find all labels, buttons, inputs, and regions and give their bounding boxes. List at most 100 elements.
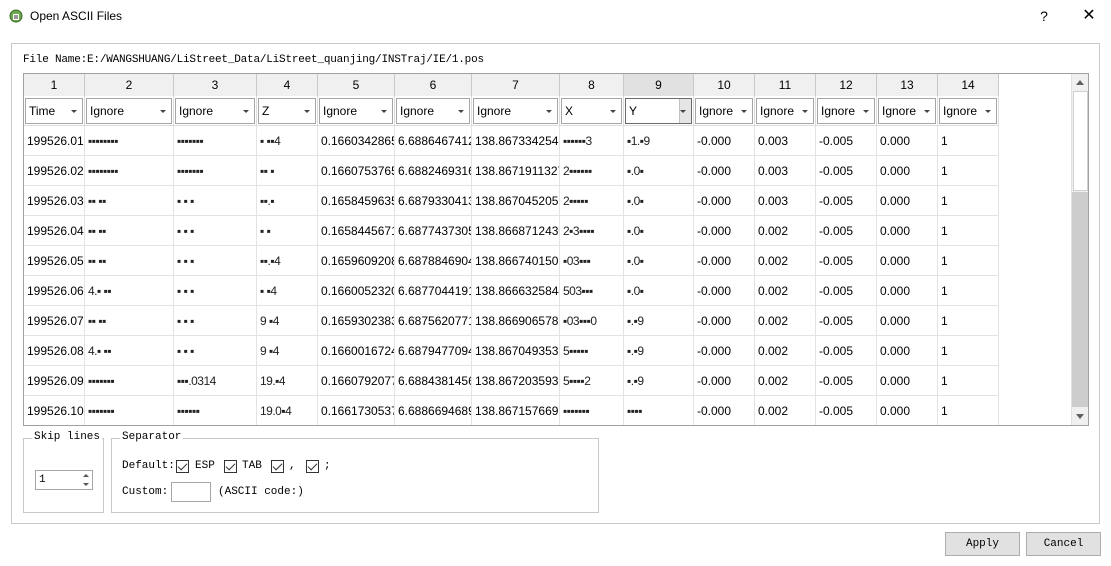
column-number-1[interactable]: 1 (24, 74, 85, 96)
table-cell[interactable]: ▪▪▪▪▪▪▪ (174, 126, 257, 156)
table-row[interactable]: 199526.10 ▪▪▪▪▪▪▪ ▪▪▪▪▪▪ 19.0▪4 0.1661730537… (24, 396, 999, 425)
table-cell[interactable]: 6.6879477094 (395, 336, 472, 366)
table-cell[interactable]: -0.000 (694, 186, 755, 216)
table-cell[interactable]: 199526.03 (24, 186, 85, 216)
column-number-2[interactable]: 2 (85, 74, 174, 96)
table-cell[interactable]: 1 (938, 336, 999, 366)
table-cell[interactable]: ▪03▪▪▪0 (560, 306, 624, 336)
table-cell[interactable]: ▪▪ ▪▪ (85, 306, 174, 336)
table-cell[interactable]: ▪ ▪ ▪ (174, 336, 257, 366)
table-cell[interactable]: 0.1659302383 (318, 306, 395, 336)
comma-checkbox[interactable] (271, 460, 284, 473)
table-cell[interactable]: 138.8671576691 (472, 396, 560, 425)
table-cell[interactable]: 0.002 (755, 276, 816, 306)
table-cell[interactable]: -0.005 (816, 366, 877, 396)
table-cell[interactable]: 199526.08 (24, 336, 85, 366)
table-cell[interactable]: 138.8673342548 (472, 126, 560, 156)
column-number-13[interactable]: 13 (877, 74, 938, 96)
table-cell[interactable]: ▪▪▪▪▪▪▪ (85, 396, 174, 425)
help-button[interactable]: ? (1034, 6, 1054, 26)
table-cell[interactable]: -0.000 (694, 216, 755, 246)
tab-checkbox[interactable] (224, 460, 237, 473)
table-cell[interactable]: 6.6878846904 (395, 246, 472, 276)
table-cell[interactable]: -0.005 (816, 336, 877, 366)
table-cell[interactable]: 1 (938, 216, 999, 246)
scroll-up-arrow-icon[interactable] (1072, 74, 1088, 91)
table-cell[interactable]: ▪1.▪9 (624, 126, 694, 156)
table-cell[interactable]: 138.8671911327 (472, 156, 560, 186)
table-cell[interactable]: 0.002 (755, 246, 816, 276)
table-cell[interactable]: -0.005 (816, 306, 877, 336)
table-cell[interactable]: -0.005 (816, 246, 877, 276)
table-cell[interactable]: -0.000 (694, 156, 755, 186)
vertical-scrollbar[interactable] (1071, 74, 1088, 425)
spin-up-icon[interactable] (81, 471, 91, 480)
table-cell[interactable]: ▪.0▪ (624, 276, 694, 306)
table-cell[interactable]: 5▪▪▪▪2 (560, 366, 624, 396)
table-cell[interactable]: 0.000 (877, 246, 938, 276)
custom-separator-input[interactable] (171, 482, 211, 502)
table-cell[interactable]: -0.000 (694, 336, 755, 366)
column-type-select-5[interactable]: Ignore (319, 98, 393, 124)
table-cell[interactable]: 0.1660016724 (318, 336, 395, 366)
table-row[interactable]: 199526.09 ▪▪▪▪▪▪▪ ▪▪▪.0314 19.▪4 0.166079207… (24, 366, 999, 396)
column-type-select-14[interactable]: Ignore (939, 98, 997, 124)
table-cell[interactable]: 0.000 (877, 126, 938, 156)
table-cell[interactable]: 2▪▪▪▪▪ (560, 186, 624, 216)
column-type-select-1[interactable]: Time (25, 98, 83, 124)
table-row[interactable]: 199526.04 ▪▪ ▪▪ ▪ ▪ ▪ ▪ ▪ 0.1658445671 6.6877… (24, 216, 999, 246)
table-cell[interactable]: 0.1661730537 (318, 396, 395, 425)
table-cell[interactable]: -0.005 (816, 186, 877, 216)
column-number-5[interactable]: 5 (318, 74, 395, 96)
table-cell[interactable]: ▪▪▪▪▪▪▪ (560, 396, 624, 425)
table-row[interactable]: 199526.08 4.▪ ▪▪ ▪ ▪ ▪ 9 ▪4 0.1660016724 6.68… (24, 336, 999, 366)
table-cell[interactable]: 0.003 (755, 186, 816, 216)
table-cell[interactable]: 0.1660052320 (318, 276, 395, 306)
table-cell[interactable]: ▪▪▪.0314 (174, 366, 257, 396)
table-row[interactable]: 199526.01 ▪▪▪▪▪▪▪▪ ▪▪▪▪▪▪▪ ▪ ▪▪4 0.166034286… (24, 126, 999, 156)
table-cell[interactable]: ▪ ▪ ▪ (174, 216, 257, 246)
column-number-8[interactable]: 8 (560, 74, 624, 96)
table-cell[interactable]: 503▪▪▪ (560, 276, 624, 306)
table-cell[interactable]: -0.000 (694, 126, 755, 156)
table-cell[interactable]: 0.000 (877, 276, 938, 306)
table-cell[interactable]: 6.6875620771 (395, 306, 472, 336)
column-number-7[interactable]: 7 (472, 74, 560, 96)
table-cell[interactable]: 0.002 (755, 336, 816, 366)
table-cell[interactable]: ▪▪▪▪▪▪▪▪ (85, 156, 174, 186)
column-type-select-11[interactable]: Ignore (756, 98, 814, 124)
table-cell[interactable]: 138.8668712430 (472, 216, 560, 246)
table-cell[interactable]: 1 (938, 306, 999, 336)
column-number-11[interactable]: 11 (755, 74, 816, 96)
column-type-select-4[interactable]: Z (258, 98, 316, 124)
table-cell[interactable]: -0.000 (694, 396, 755, 425)
table-cell[interactable]: 0.1658445671 (318, 216, 395, 246)
column-type-select-12[interactable]: Ignore (817, 98, 875, 124)
table-cell[interactable]: 199526.09 (24, 366, 85, 396)
table-cell[interactable]: 0.000 (877, 336, 938, 366)
table-row[interactable]: 199526.02 ▪▪▪▪▪▪▪▪ ▪▪▪▪▪▪▪ ▪▪ ▪ 0.1660753765… (24, 156, 999, 186)
table-cell[interactable]: ▪ ▪4 (257, 276, 318, 306)
table-cell[interactable]: ▪.0▪ (624, 186, 694, 216)
table-cell[interactable]: 1 (938, 246, 999, 276)
column-type-select-9[interactable]: Y (625, 98, 692, 124)
close-button[interactable]: ✕ (1078, 6, 1100, 26)
table-cell[interactable]: 6.6879330413 (395, 186, 472, 216)
table-cell[interactable]: ▪.0▪ (624, 246, 694, 276)
column-type-select-2[interactable]: Ignore (86, 98, 172, 124)
column-number-9[interactable]: 9 (624, 74, 694, 96)
table-cell[interactable]: ▪.▪9 (624, 306, 694, 336)
table-cell[interactable]: -0.000 (694, 246, 755, 276)
table-cell[interactable]: 0.1660342865 (318, 126, 395, 156)
table-cell[interactable]: 0.1658459635 (318, 186, 395, 216)
table-row[interactable]: 199526.03 ▪▪ ▪▪ ▪ ▪ ▪ ▪▪.▪ 0.1658459635 6.687… (24, 186, 999, 216)
table-cell[interactable]: 6.6882469316 (395, 156, 472, 186)
table-cell[interactable]: -0.005 (816, 216, 877, 246)
table-cell[interactable]: 1 (938, 186, 999, 216)
table-cell[interactable]: 0.1660792077 (318, 366, 395, 396)
apply-button[interactable]: Apply (945, 532, 1020, 556)
table-cell[interactable]: ▪ ▪ (257, 216, 318, 246)
table-cell[interactable]: ▪.▪9 (624, 336, 694, 366)
table-cell[interactable]: ▪.0▪ (624, 156, 694, 186)
table-cell[interactable]: ▪▪▪▪▪▪▪ (85, 366, 174, 396)
